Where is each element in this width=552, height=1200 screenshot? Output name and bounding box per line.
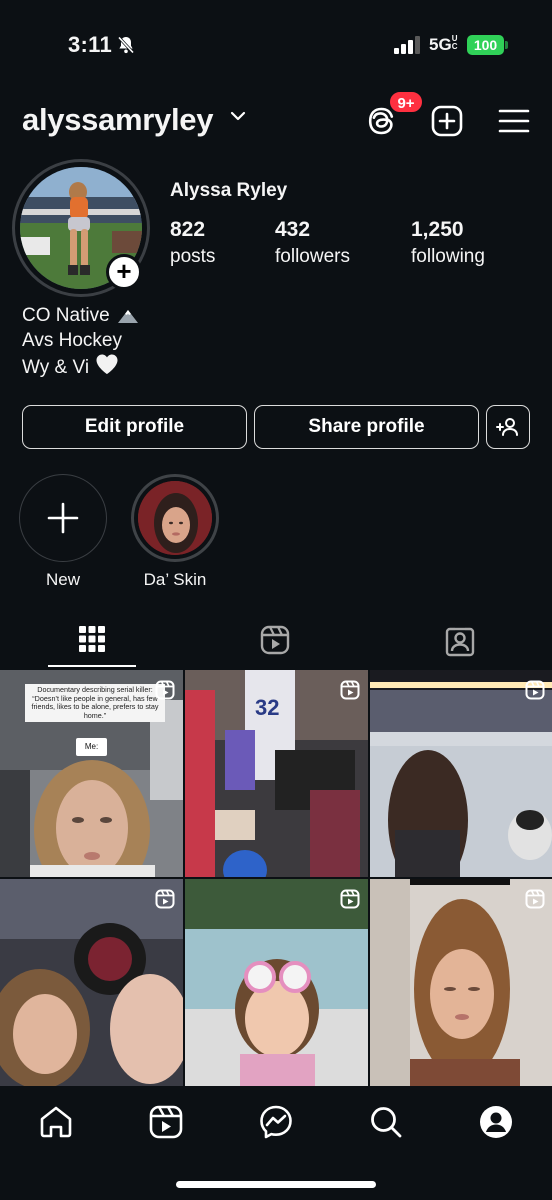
search-icon[interactable] <box>368 1104 404 1140</box>
messenger-icon[interactable] <box>258 1104 294 1140</box>
grid-post[interactable] <box>370 670 552 877</box>
battery-cap <box>505 41 508 49</box>
highlight-new[interactable]: New <box>18 474 108 590</box>
reels-icon <box>260 625 290 655</box>
highlight-da-skin-label: Da’ Skin <box>143 570 207 589</box>
profile-header: alyssamryley 9+ <box>0 90 552 146</box>
grid-post[interactable] <box>0 879 183 1086</box>
posts-grid: Documentary describing serial killer: “D… <box>0 670 552 1086</box>
profile-tabs <box>0 615 552 669</box>
chevron-down-icon[interactable] <box>230 110 246 122</box>
stat-following[interactable]: 1,250 following <box>411 218 485 268</box>
highlight-da-skin-circle <box>131 474 219 562</box>
highlight-new-label: New <box>45 570 80 589</box>
bio: CO Native Avs Hockey Wy & Vi <box>22 303 140 380</box>
profile-icon[interactable] <box>478 1104 514 1140</box>
grid-post[interactable]: Documentary describing serial killer: “D… <box>0 670 183 877</box>
post-caption-me: Me: <box>76 738 107 756</box>
bio-line-2: Avs Hockey <box>22 330 122 351</box>
highlight-da-skin-image <box>138 481 212 555</box>
stat-following-value: 1,250 <box>411 218 464 241</box>
tab-posts[interactable] <box>0 615 184 669</box>
add-person-icon <box>496 418 518 436</box>
tab-active-indicator <box>48 665 136 667</box>
stat-followers-label: followers <box>275 246 350 267</box>
grid-post[interactable]: 32 <box>185 670 368 877</box>
reel-icon <box>155 680 175 700</box>
share-profile-button[interactable]: Share profile <box>254 405 479 449</box>
status-time: 3:11 <box>68 32 113 57</box>
bio-line-3: Wy & Vi <box>22 353 140 380</box>
reel-icon <box>525 680 545 700</box>
add-story-button[interactable]: + <box>106 254 142 290</box>
stat-posts[interactable]: 822 posts <box>170 218 215 268</box>
bio-line-1: CO Native <box>22 303 140 328</box>
signal-icon <box>394 36 420 54</box>
tagged-icon <box>445 627 475 657</box>
stat-following-label: following <box>411 246 485 267</box>
grid-post[interactable] <box>370 879 552 1086</box>
reel-icon <box>525 889 545 909</box>
post-caption: Documentary describing serial killer: “D… <box>25 684 165 722</box>
highlight-da-skin[interactable]: Da’ Skin <box>130 474 220 590</box>
menu-icon[interactable] <box>497 104 531 138</box>
grid-icon <box>79 626 105 652</box>
display-name: Alyssa Ryley <box>170 180 288 201</box>
bell-slash-icon <box>117 36 135 54</box>
discover-people-button[interactable] <box>486 405 530 449</box>
network-label: 5GUC <box>429 34 458 55</box>
notification-badge: 9+ <box>388 90 424 114</box>
home-icon[interactable] <box>38 1104 74 1140</box>
grid-post[interactable] <box>185 879 368 1086</box>
tab-tagged[interactable] <box>368 615 552 669</box>
reel-icon <box>155 889 175 909</box>
reels-icon[interactable] <box>148 1104 184 1140</box>
tab-reels[interactable] <box>184 615 368 669</box>
mountain-icon <box>117 309 138 323</box>
highlight-new-circle <box>19 474 107 562</box>
username[interactable]: alyssamryley <box>22 102 213 138</box>
reel-icon <box>340 680 360 700</box>
reel-icon <box>340 889 360 909</box>
status-bar: 3:11 5GUC 100 <box>0 0 552 92</box>
plus-icon <box>47 502 79 534</box>
svg-text:32: 32 <box>255 695 279 720</box>
white-heart-icon <box>96 354 118 374</box>
edit-profile-button[interactable]: Edit profile <box>22 405 247 449</box>
home-indicator <box>176 1181 376 1188</box>
stat-posts-label: posts <box>170 246 216 267</box>
stat-followers-value: 432 <box>275 218 311 241</box>
battery-indicator: 100 <box>467 35 504 55</box>
stat-posts-value: 822 <box>170 218 206 241</box>
stat-followers[interactable]: 432 followers <box>275 218 350 268</box>
add-post-icon[interactable] <box>430 104 464 138</box>
